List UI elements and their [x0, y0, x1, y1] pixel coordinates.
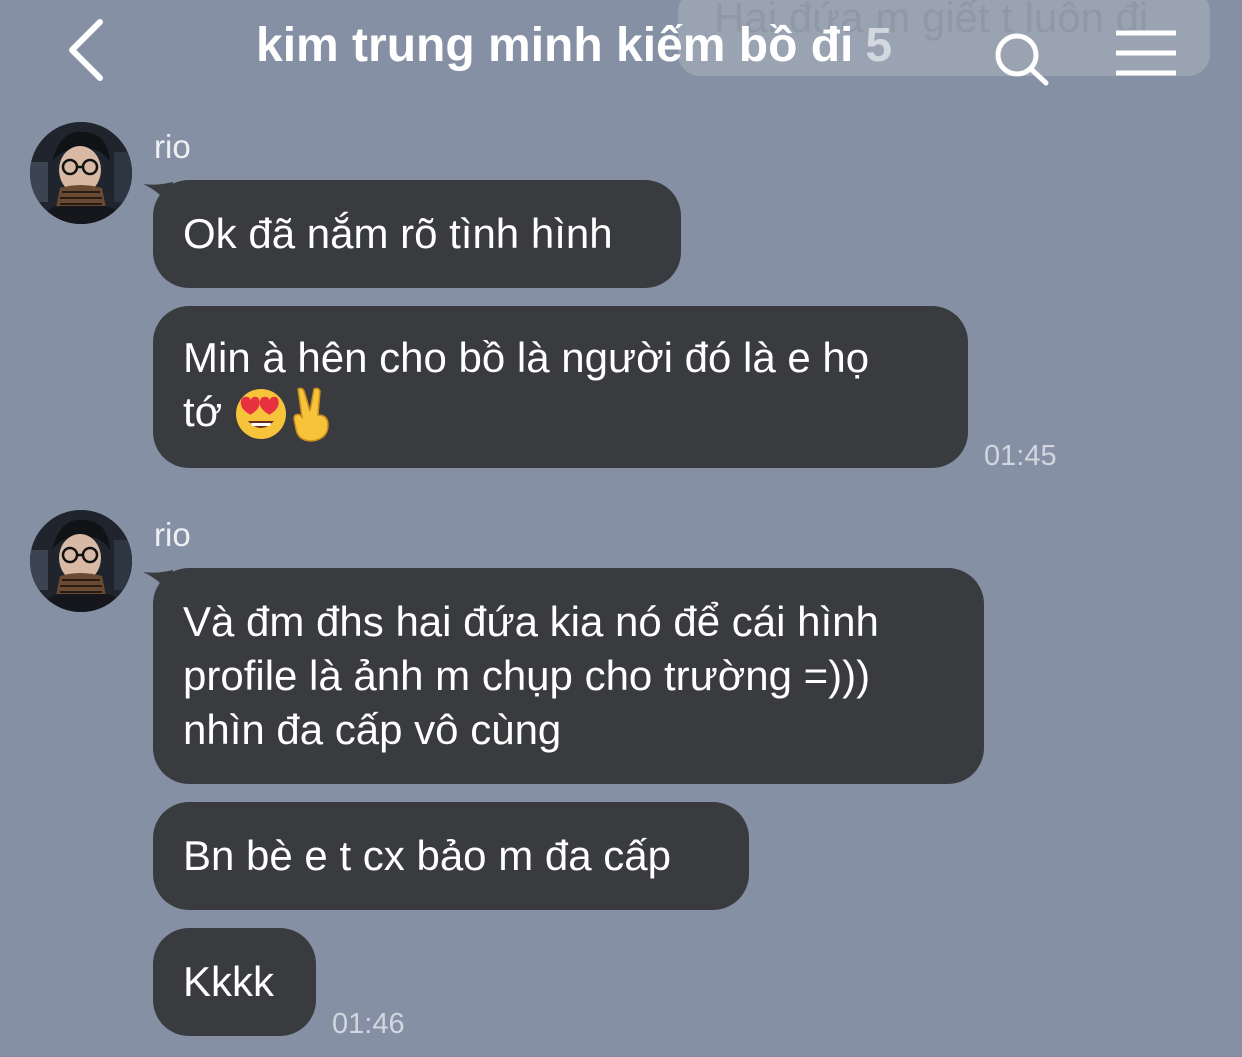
chat-header: kim trung minh kiếm bồ đi 5 [0, 0, 1242, 100]
message-text: Bn bè e t cx bảo m đa cấp [183, 832, 671, 879]
message-text: Kkkk [183, 958, 275, 1005]
menu-icon [1116, 30, 1176, 76]
message-text: Và đm đhs hai đứa kia nó để cái hình pro… [183, 598, 879, 753]
message-bubble[interactable]: Ok đã nắm rõ tình hình [153, 180, 681, 288]
message-bubble[interactable]: Và đm đhs hai đứa kia nó để cái hình pro… [153, 568, 984, 784]
menu-button[interactable] [1112, 28, 1180, 78]
message-bubble[interactable]: Bn bè e t cx bảo m đa cấp [153, 802, 749, 910]
avatar[interactable] [30, 510, 132, 612]
message-bubble[interactable]: Kkkk [153, 928, 316, 1036]
message-text: Ok đã nắm rõ tình hình [183, 210, 613, 257]
chevron-left-icon [69, 19, 103, 81]
timestamp: 01:45 [984, 440, 1057, 472]
avatar[interactable] [30, 122, 132, 224]
chat-title[interactable]: kim trung minh kiếm bồ đi 5 [256, 18, 892, 73]
heart-eyes-emoji [234, 387, 288, 442]
profile-photo-icon [30, 122, 132, 224]
message-bubble[interactable]: Min à hên cho bồ là người đó là e họ tớ [153, 306, 968, 468]
search-icon [995, 33, 1049, 86]
back-button[interactable] [58, 14, 118, 84]
message-text: Min à hên cho bồ là người đó là e họ tớ [183, 331, 869, 444]
profile-photo-icon [30, 510, 132, 612]
chat-name: kim trung minh kiếm bồ đi [256, 19, 854, 72]
timestamp: 01:46 [332, 1008, 405, 1040]
search-button[interactable] [990, 28, 1054, 88]
sender-name: rio [154, 516, 191, 553]
member-count: 5 [865, 19, 893, 72]
sender-name: rio [154, 128, 191, 165]
victory-hand-emoji [288, 385, 336, 443]
